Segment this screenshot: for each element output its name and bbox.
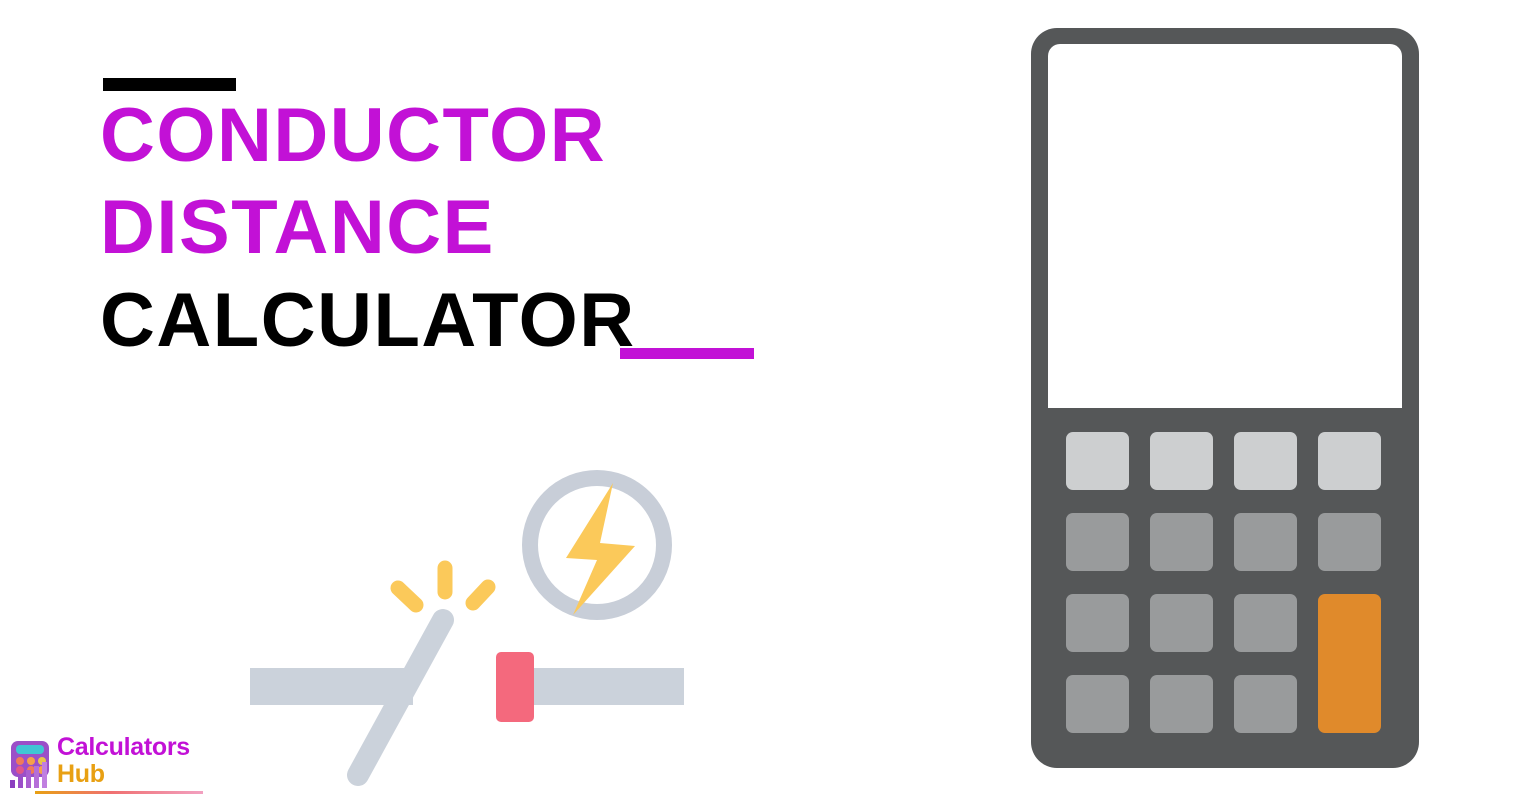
keypad-key-r3c2[interactable]	[1150, 594, 1213, 652]
keypad-key-r4c1[interactable]	[1066, 675, 1129, 733]
calculator-bars-logo-icon	[5, 737, 57, 789]
title-bottom-rule	[620, 348, 754, 359]
calculator-screen: Allowed Voltage Drop (V): Current (A): C…	[1048, 44, 1402, 408]
page-title-line-2: DISTANCE	[100, 185, 495, 271]
keypad-key-r3c1[interactable]	[1066, 594, 1129, 652]
keypad-key-r2c3[interactable]	[1234, 513, 1297, 571]
electrical-switch-illustration	[240, 440, 710, 800]
keypad-key-r4c2[interactable]	[1150, 675, 1213, 733]
keypad-key-r1c1[interactable]	[1066, 432, 1129, 490]
keypad-key-equals-tall[interactable]	[1318, 594, 1381, 733]
keypad-key-r1c2[interactable]	[1150, 432, 1213, 490]
keypad-key-r1c3[interactable]	[1234, 432, 1297, 490]
logo-text-hub: Hub	[57, 760, 105, 788]
page-title-line-3: CALCULATOR	[100, 277, 636, 363]
logo-text-calculators: Calculators	[57, 733, 190, 761]
title-top-rule	[103, 78, 236, 91]
page-root: CONDUCTOR DISTANCE CALCULATOR Calculator…	[0, 0, 1520, 800]
calculator-keypad	[1066, 432, 1384, 733]
hero-title-block: CONDUCTOR DISTANCE CALCULATOR	[100, 60, 900, 360]
keypad-key-r3c3[interactable]	[1234, 594, 1297, 652]
spark-right-icon	[465, 579, 496, 611]
lightning-bolt-icon	[566, 483, 635, 615]
keypad-key-r2c1[interactable]	[1066, 513, 1129, 571]
spark-left-icon	[390, 580, 424, 613]
resistor-component-icon	[496, 652, 534, 722]
keypad-key-r4c3[interactable]	[1234, 675, 1297, 733]
keypad-key-r2c2[interactable]	[1150, 513, 1213, 571]
calculatorshub-logo[interactable]: Calculators Hub	[5, 735, 215, 795]
logo-underline	[35, 791, 203, 794]
keypad-key-r1c4[interactable]	[1318, 432, 1381, 490]
page-title-line-1: CONDUCTOR	[100, 93, 607, 178]
keypad-key-r2c4[interactable]	[1318, 513, 1381, 571]
logo-wordmark: Calculators Hub	[57, 735, 190, 787]
